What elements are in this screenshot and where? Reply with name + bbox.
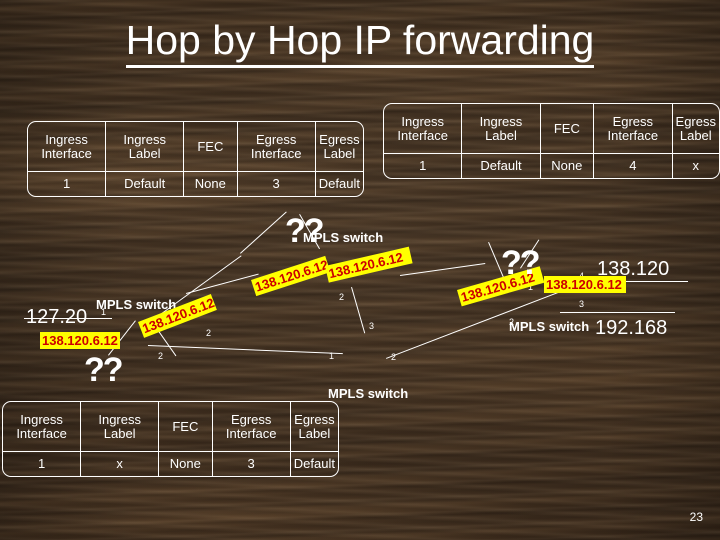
interface-number: 1 [329, 351, 335, 361]
network-label-127-20: 127.20 [26, 306, 88, 328]
page-title-text: Hop by Hop IP forwarding [125, 17, 595, 68]
column-header-ingress-label: Ingress Label [461, 104, 541, 155]
header-line: Label [298, 426, 331, 442]
cell-egress-label: x [692, 158, 700, 174]
table-header-row: Ingress Interface Ingress Label FEC Egress… [28, 122, 363, 173]
mpls-switch-label-center-bottom: MPLS switch [328, 386, 409, 401]
header-line: Interface [607, 128, 659, 144]
header-line: Ingress [45, 132, 88, 148]
fib-table-top-right: Ingress Interface Ingress Label FEC Egress… [383, 103, 720, 179]
cell-egress-interface: 3 [237, 171, 316, 196]
table-row: 1 Default None 4 x [384, 153, 719, 178]
cell-ingress-interface: 1 [3, 451, 82, 476]
cell-egress-label: Default [318, 176, 360, 192]
column-header-egress-label: Egress Label [672, 104, 719, 155]
header-line: Interface [225, 426, 277, 442]
table-header-row: Ingress Interface Ingress Label FEC Egress… [384, 104, 719, 155]
column-header-fec: FEC [540, 104, 595, 155]
column-header-ingress-interface: Ingress Interface [384, 104, 463, 155]
cell-fec: None [158, 451, 213, 476]
header-line: Interface [250, 146, 302, 162]
fib-table-bottom-left: Ingress Interface Ingress Label FEC Egress… [2, 401, 339, 477]
header-line: Ingress [401, 114, 445, 130]
cell-ingress-interface: 1 [384, 153, 463, 178]
cell-fec: None [183, 171, 238, 196]
page-title: Hop by Hop IP forwarding [0, 17, 720, 68]
column-header-fec: FEC [183, 122, 238, 173]
column-header-egress-interface: Egress Interface [593, 104, 673, 155]
interface-number: 3 [579, 299, 585, 309]
header-line: Interface [16, 426, 67, 442]
cell-egress-interface: 4 [593, 153, 673, 178]
interface-number: 2 [391, 352, 397, 362]
header-line: Egress [319, 132, 360, 148]
table-row: 1 Default None 3 Default [28, 171, 363, 196]
column-header-egress-label: Egress Label [315, 122, 363, 173]
interface-number: 3 [369, 321, 375, 331]
cell-egress-interface: 3 [212, 451, 291, 476]
mpls-switch-label-left: MPLS switch [96, 297, 177, 312]
header-line: Egress [675, 114, 716, 130]
packet-right-horizontal: 138.120.6.12 [544, 276, 626, 293]
header-line: Interface [41, 146, 92, 162]
cell-ingress-label: Default [105, 171, 185, 196]
cell-fec: None [540, 153, 595, 178]
header-line: Ingress [479, 114, 523, 130]
question-left: ?? [84, 351, 124, 389]
interface-number: 2 [206, 328, 212, 338]
question-center: ?? [285, 212, 325, 250]
header-line: Label [103, 426, 136, 442]
fib-table-top-left: Ingress Interface Ingress Label FEC Egress… [27, 121, 364, 197]
header-line: Label [485, 128, 517, 144]
header-line: Label [679, 128, 712, 144]
column-header-ingress-label: Ingress Label [80, 402, 160, 453]
header-line: Label [323, 146, 356, 162]
column-header-fec: FEC [158, 402, 213, 453]
cell-ingress-label: x [80, 451, 160, 476]
header-line: Egress [294, 412, 335, 428]
column-header-ingress-interface: Ingress Interface [28, 122, 107, 173]
cell-ingress-label: Default [461, 153, 541, 178]
header-line: Egress [255, 132, 297, 148]
column-header-egress-interface: Egress Interface [237, 122, 316, 173]
interface-number: 2 [339, 292, 345, 302]
header-line: Ingress [98, 412, 141, 428]
cell-ingress-interface: 1 [28, 171, 107, 196]
interface-number: 2 [158, 351, 164, 361]
packet-left-horizontal: 138.120.6.12 [40, 332, 120, 349]
column-header-ingress-interface: Ingress Interface [3, 402, 82, 453]
table-row: 1 x None 3 Default [3, 451, 338, 476]
column-header-egress-label: Egress Label [290, 402, 338, 453]
page-number: 23 [689, 510, 703, 524]
header-line: Label [128, 146, 161, 162]
header-line: Egress [230, 412, 272, 428]
question-right: ?? [501, 244, 541, 282]
table-header-row: Ingress Interface Ingress Label FEC Egress… [3, 402, 338, 453]
column-header-ingress-label: Ingress Label [105, 122, 185, 173]
header-line: Ingress [20, 412, 63, 428]
header-line: Ingress [123, 132, 166, 148]
cell-egress-label: Default [293, 456, 335, 472]
mpls-switch-label-right: MPLS switch [509, 319, 590, 334]
network-label-192-168: 192.168 [595, 317, 668, 339]
header-line: Interface [397, 128, 448, 144]
column-header-egress-interface: Egress Interface [212, 402, 291, 453]
header-line: Egress [612, 114, 654, 130]
